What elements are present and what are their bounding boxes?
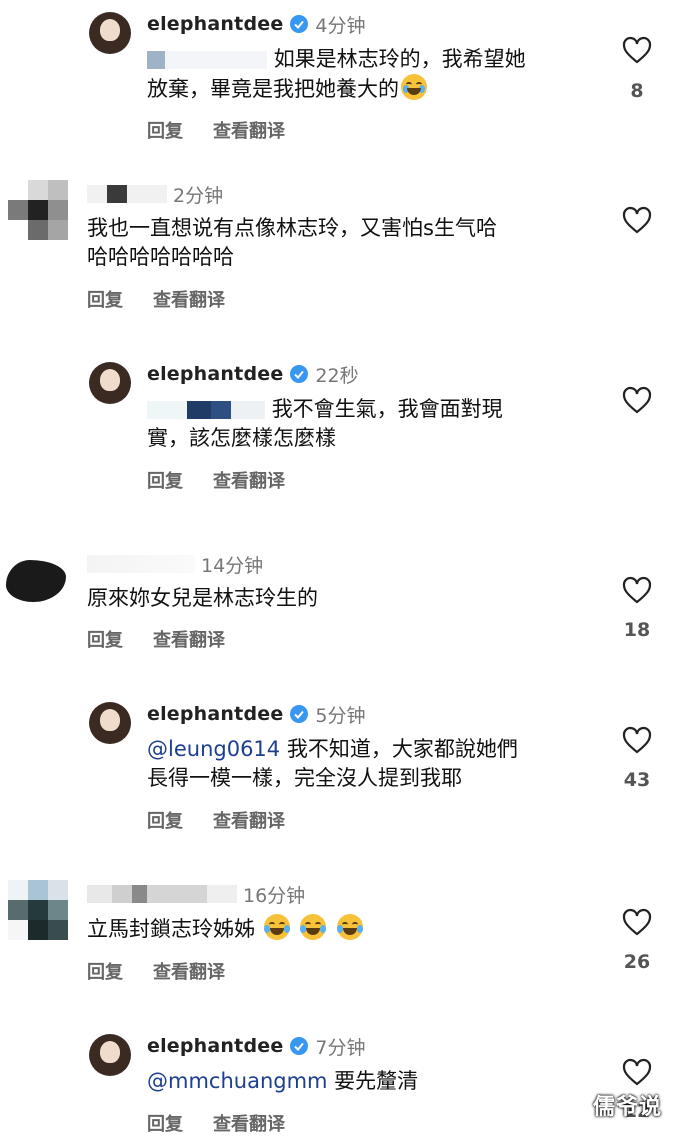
avatar[interactable] [8, 180, 68, 240]
comment-text: 如果是林志玲的，我希望她 [273, 47, 526, 71]
see-translation-button[interactable]: 查看翻译 [213, 1110, 285, 1136]
avatar[interactable] [89, 362, 131, 404]
see-translation-button[interactable]: 查看翻译 [153, 286, 225, 312]
timestamp: 7分钟 [315, 1036, 366, 1059]
avatar[interactable] [89, 1034, 131, 1076]
comment: 2分钟 我也一直想说有点像林志玲，又害怕s生气哈 哈哈哈哈哈哈哈 回复 查看翻译 [0, 170, 674, 330]
like-count: 43 [623, 769, 651, 791]
redacted-mention [147, 51, 267, 69]
username[interactable]: elephantdee [147, 703, 283, 725]
avatar[interactable] [89, 702, 131, 744]
verified-badge-icon [290, 15, 309, 33]
comment-text: 原來妳女兒是林志玲生的 [87, 586, 318, 610]
like-heart-icon[interactable] [622, 908, 652, 936]
comment-text: 要先釐清 [327, 1069, 419, 1093]
timestamp: 2分钟 [173, 184, 224, 207]
avatar[interactable] [6, 560, 66, 602]
comment-text-line2: 放棄，畢竟是我把她養大的 [147, 77, 399, 101]
timestamp: 4分钟 [315, 14, 366, 37]
redacted-username [87, 185, 167, 203]
reply-button[interactable]: 回复 [147, 1110, 183, 1136]
watermark: 儒爷说 [592, 1095, 662, 1120]
comment-reply: elephantdee 5分钟 @leung0614 我不知道，大家都說她們 長… [0, 690, 674, 850]
redacted-username [87, 885, 237, 903]
see-translation-button[interactable]: 查看翻译 [213, 807, 285, 833]
mention-link[interactable]: @leung0614 [147, 737, 280, 761]
like-heart-icon[interactable] [622, 576, 652, 604]
avatar[interactable] [89, 12, 131, 54]
timestamp: 5分钟 [315, 704, 366, 727]
verified-badge-icon [290, 1037, 309, 1055]
username[interactable]: elephantdee [147, 363, 283, 385]
verified-badge-icon [290, 705, 309, 723]
comment-text-line2: 實，該怎麼樣怎麼樣 [147, 426, 336, 450]
comment: 16分钟 立馬封鎖志玲姊姊 回复 查看翻译 26 [0, 870, 674, 1000]
redacted-username [87, 555, 195, 573]
see-translation-button[interactable]: 查看翻译 [153, 626, 225, 652]
like-heart-icon[interactable] [622, 1058, 652, 1086]
face-with-tears-of-joy-icon [300, 914, 327, 940]
like-count: 18 [623, 619, 651, 641]
comment-text: 我也一直想说有点像林志玲，又害怕s生气哈 [87, 216, 497, 240]
like-count: 8 [630, 80, 644, 102]
comment-text-line2: 長得一模一樣，完全沒人提到我耶 [147, 766, 462, 790]
reply-button[interactable]: 回复 [147, 807, 183, 833]
comment-reply: elephantdee 4分钟 如果是林志玲的，我希望她 放棄，畢竟是我把她養大… [0, 0, 674, 160]
like-heart-icon[interactable] [622, 206, 652, 234]
reply-button[interactable]: 回复 [147, 117, 183, 143]
mention-link[interactable]: @mmchuangmm [147, 1069, 328, 1093]
timestamp: 14分钟 [201, 554, 264, 577]
verified-badge-icon [290, 365, 309, 383]
reply-button[interactable]: 回复 [87, 626, 123, 652]
see-translation-button[interactable]: 查看翻译 [153, 958, 225, 984]
face-with-tears-of-joy-icon [263, 914, 290, 940]
comment: 14分钟 原來妳女兒是林志玲生的 回复 查看翻译 18 [0, 540, 674, 670]
comment-text-line2: 哈哈哈哈哈哈哈 [87, 245, 234, 269]
see-translation-button[interactable]: 查看翻译 [213, 467, 285, 493]
comment-reply: elephantdee 7分钟 @mmchuangmm 要先釐清 回复 查看翻译… [0, 1022, 674, 1135]
username[interactable]: elephantdee [147, 13, 283, 35]
like-count: 26 [623, 951, 651, 973]
timestamp: 22秒 [315, 364, 359, 387]
loudly-crying-face-icon [401, 74, 427, 100]
like-heart-icon[interactable] [622, 726, 652, 754]
like-heart-icon[interactable] [622, 36, 652, 64]
face-with-tears-of-joy-icon [337, 914, 364, 940]
comment-text: 立馬封鎖志玲姊姊 [87, 917, 255, 941]
comment-reply: elephantdee 22秒 我不會生氣，我會面對現 實，該怎麼樣怎麼樣 回复… [0, 350, 674, 510]
see-translation-button[interactable]: 查看翻译 [213, 117, 285, 143]
timestamp: 16分钟 [243, 884, 306, 907]
comment-text: 我不知道，大家都說她們 [280, 737, 518, 761]
reply-button[interactable]: 回复 [87, 958, 123, 984]
avatar[interactable] [8, 880, 68, 940]
comment-text: 我不會生氣，我會面對現 [271, 397, 503, 421]
reply-button[interactable]: 回复 [87, 286, 123, 312]
reply-button[interactable]: 回复 [147, 467, 183, 493]
like-heart-icon[interactable] [622, 386, 652, 414]
username[interactable]: elephantdee [147, 1035, 283, 1057]
redacted-mention [147, 401, 265, 419]
